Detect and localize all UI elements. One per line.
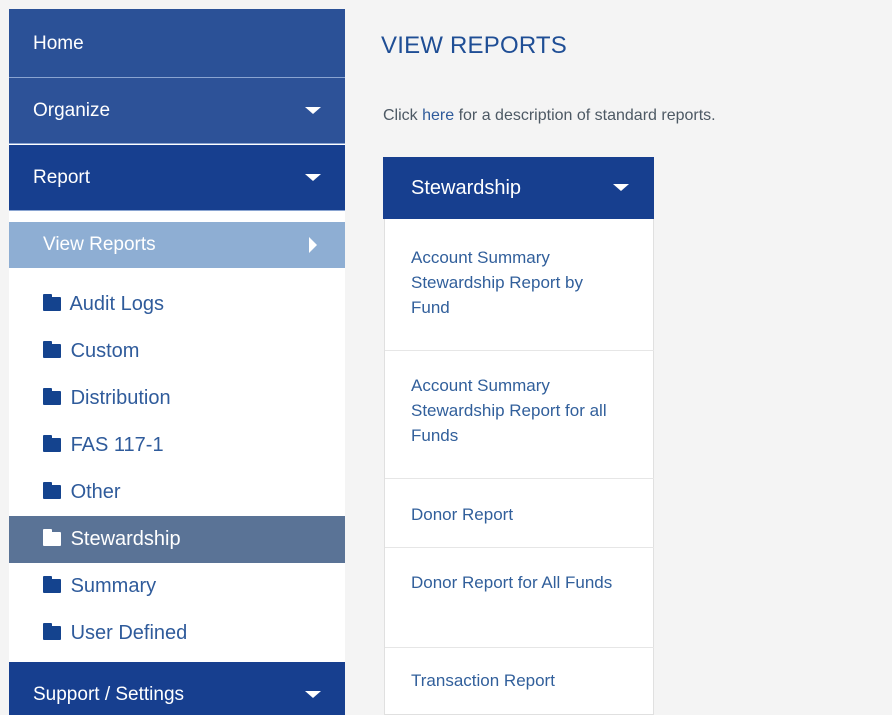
description-prefix: Click [383, 107, 423, 124]
report-link: Account Summary Stewardship Report by Fu… [411, 248, 583, 317]
sidebar: Home Organize Report View Reports Audit … [9, 9, 345, 715]
folder-label: FAS 117-1 [70, 434, 164, 456]
folder-other[interactable]: Other [9, 469, 345, 516]
nav-home[interactable]: Home [9, 9, 345, 78]
folder-icon [43, 341, 61, 358]
folder-label: Stewardship [70, 528, 181, 550]
folder-label: Custom [70, 340, 140, 362]
nav-view-reports-label: View Reports [43, 234, 156, 255]
chevron-right-icon [309, 237, 317, 253]
folder-distribution[interactable]: Distribution [9, 375, 345, 422]
folder-open-icon [43, 529, 61, 546]
folder-label: User Defined [70, 622, 188, 644]
report-link: Donor Report for All Funds [411, 573, 613, 592]
report-link: Transaction Report [411, 671, 555, 690]
nav-organize-label: Organize [33, 100, 111, 121]
folder-icon [43, 482, 61, 499]
chevron-down-icon [613, 184, 629, 191]
folder-icon [43, 623, 61, 640]
nav-support-settings-label: Support / Settings [33, 684, 185, 705]
nav-organize[interactable]: Organize [9, 78, 345, 144]
nav-home-label: Home [33, 33, 84, 54]
nav-report[interactable]: Report [9, 145, 345, 211]
report-category-dropdown[interactable]: Stewardship [383, 157, 654, 219]
nav-report-label: Report [33, 167, 91, 188]
report-donor[interactable]: Donor Report [385, 479, 654, 548]
description-suffix: for a description of standard reports. [454, 107, 716, 124]
folder-label: Summary [70, 575, 157, 597]
report-link: Donor Report [411, 505, 514, 524]
dropdown-selected-label: Stewardship [411, 177, 522, 199]
folder-label: Distribution [70, 387, 171, 409]
folder-user-defined[interactable]: User Defined [9, 610, 345, 657]
report-account-summary-by-fund[interactable]: Account Summary Stewardship Report by Fu… [385, 219, 654, 351]
report-link: Account Summary Stewardship Report for a… [411, 376, 607, 445]
folder-custom[interactable]: Custom [9, 328, 345, 375]
description-link[interactable]: here [422, 107, 454, 124]
folder-audit-logs[interactable]: Audit Logs [9, 281, 345, 328]
folder-fas-117-1[interactable]: FAS 117-1 [9, 422, 345, 469]
folder-label: Other [70, 481, 121, 503]
chevron-down-icon [305, 106, 321, 114]
folder-icon [43, 435, 61, 452]
folder-label: Audit Logs [69, 293, 164, 315]
nav-view-reports[interactable]: View Reports [9, 222, 345, 268]
report-account-summary-all-funds[interactable]: Account Summary Stewardship Report for a… [385, 351, 654, 479]
folder-icon [43, 294, 61, 311]
report-donor-all-funds[interactable]: Donor Report for All Funds [385, 548, 654, 648]
folder-icon [43, 388, 61, 405]
main-content: VIEW REPORTS Click here for a descriptio… [381, 0, 892, 715]
folder-icon [43, 576, 61, 593]
folder-stewardship[interactable]: Stewardship [9, 516, 345, 563]
report-description-text: Click here for a description of standard… [383, 107, 716, 125]
report-list: Account Summary Stewardship Report by Fu… [384, 219, 654, 715]
chevron-down-icon [305, 173, 321, 181]
folder-summary[interactable]: Summary [9, 563, 345, 610]
chevron-down-icon [305, 691, 321, 698]
nav-support-settings[interactable]: Support / Settings [9, 662, 345, 715]
report-transaction[interactable]: Transaction Report [385, 648, 654, 715]
page-title: VIEW REPORTS [381, 32, 567, 59]
